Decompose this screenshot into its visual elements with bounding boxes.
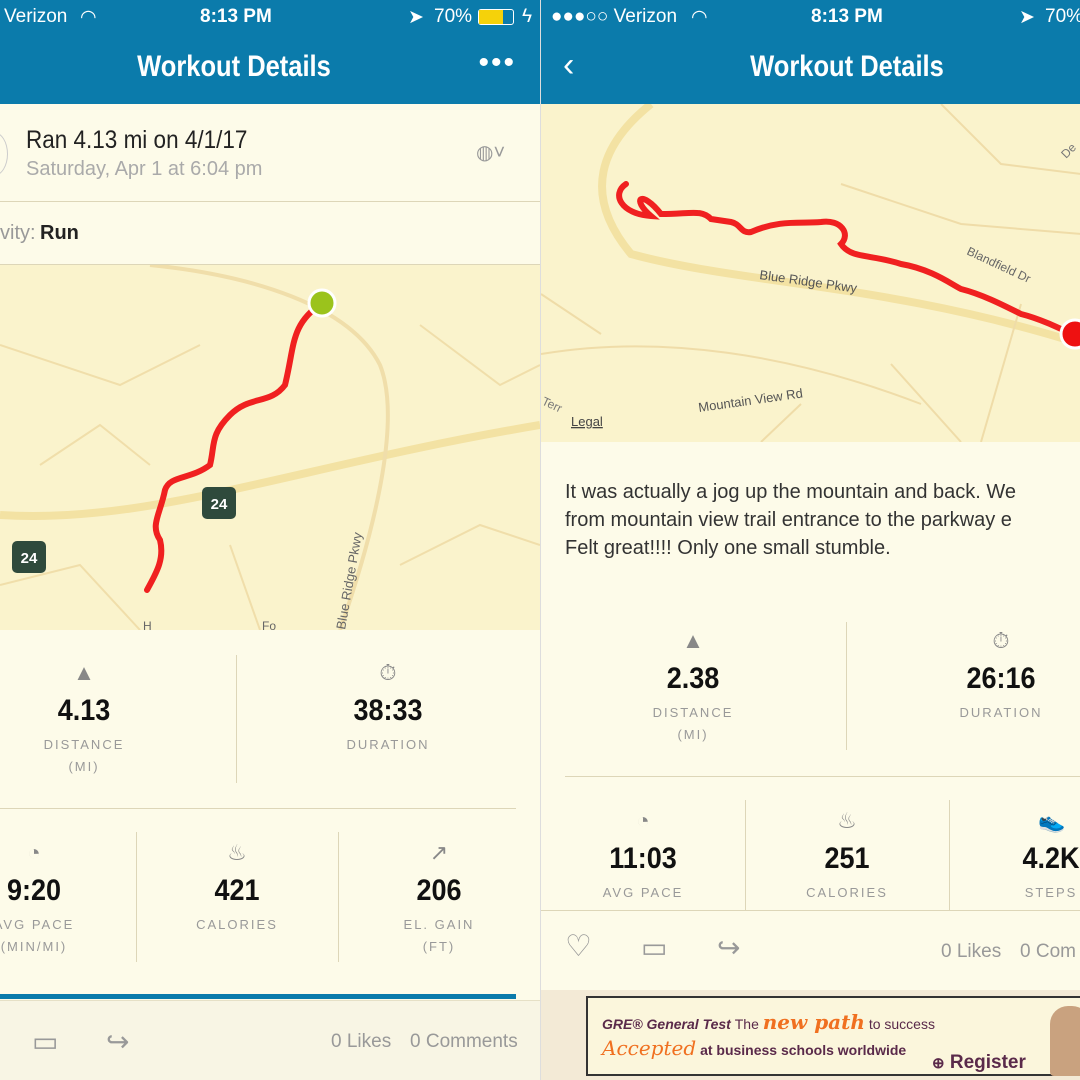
highway-shield-24: 24 [12, 541, 46, 573]
activity-value: Run [40, 222, 79, 244]
status-bar: Verizon ◠ 8:13 PM ➤ 70% ϟ [0, 0, 540, 34]
share-icon[interactable]: ↪ [106, 1025, 129, 1058]
road-label: Blue Ridge Pkwy [333, 531, 365, 630]
battery-percent: 70% [434, 6, 473, 27]
svg-text:24: 24 [211, 496, 228, 513]
charging-icon: ϟ [522, 6, 533, 27]
route-line [616, 181, 1079, 339]
right-screen: ●●●○○ Verizon ◠ 8:13 PM ➤ 70% ‹ Workout … [540, 0, 1080, 1080]
nav-bar: ‹ Workout Details [541, 34, 1080, 104]
flame-icon: ♨ [837, 808, 857, 833]
map-canvas: Blue Ridge Pkwy Blandfield Dr Mountain V… [541, 100, 1080, 443]
comments-count[interactable]: 0 Com [1020, 941, 1076, 963]
highway-shield-24: 24 [202, 487, 236, 519]
workout-title: Ran 4.13 mi on 4/1/17 [26, 126, 248, 154]
activity-label: vity: [0, 222, 36, 244]
stat-elevation-gain: ↗ 206 EL. GAIN (FT) [403, 840, 475, 954]
road-label: H [143, 619, 152, 630]
stat-distance: ▲ 2.38 DISTANCE (MI) [652, 628, 734, 742]
divider [565, 776, 1080, 777]
battery-percent: 70% [1045, 6, 1080, 27]
ad-banner-area: GRE® General Test The new path to succes… [541, 990, 1080, 1080]
map-canvas: 24 24 Blue Ridge Pkwy H Fo [0, 263, 540, 633]
flame-icon: ♨ [227, 840, 247, 865]
road-label: Fo [262, 619, 276, 630]
road-label: Mountain View Rd [697, 385, 803, 415]
road-label: De [1058, 140, 1079, 161]
stat-calories: ♨ 421 CALORIES [196, 840, 278, 932]
ad-text: The [734, 1016, 759, 1032]
wifi-icon: ◠ [80, 7, 97, 28]
nav-bar: Workout Details ••• [0, 34, 540, 104]
road-label: Blue Ridge Pkwy [759, 267, 859, 296]
likes-count[interactable]: 0 Likes [941, 941, 1001, 963]
stat-calories: ♨ 251 CALORIES [806, 808, 888, 900]
stat-duration: ⏱ 26:16 DURATION [959, 628, 1043, 720]
social-actions: ♡ ▭ ↪ 0 Likes 0 Com [541, 911, 1080, 989]
road-icon: ▲ [682, 628, 704, 653]
workout-description: It was actually a jog up the mountain an… [565, 481, 1017, 559]
time: 8:13 PM [200, 6, 272, 27]
ad-text: to success [868, 1016, 935, 1032]
status-bar: ●●●○○ Verizon ◠ 8:13 PM ➤ 70% [541, 0, 1080, 34]
location-icon: ➤ [1019, 7, 1035, 28]
ad-text: at business schools worldwide [700, 1042, 907, 1058]
stat-duration: ⏱ 38:33 DURATION [346, 660, 430, 752]
divider [0, 808, 516, 809]
stat-distance: ▲ 4.13 DISTANCE (MI) [43, 660, 125, 774]
stat-avg-pace: ◔ 9:20 AVG PACE (MIN/MI) [0, 840, 75, 954]
divider [236, 655, 237, 783]
ad-brand: GRE® General Test [602, 1016, 731, 1032]
stat-steps: 👟 4.2K STEPS [1022, 808, 1080, 900]
gauge-icon: ◔ [27, 840, 41, 865]
stat-avg-pace: ◔ 11:03 AVG PACE [602, 808, 684, 900]
ad-person-image [1050, 1006, 1080, 1076]
location-icon: ➤ [408, 7, 424, 28]
ad-banner[interactable]: GRE® General Test The new path to succes… [586, 996, 1080, 1076]
time: 8:13 PM [811, 6, 883, 27]
comments-count[interactable]: 0 Comments [410, 1031, 518, 1053]
page-title: Workout Details [750, 50, 944, 83]
left-screen: Verizon ◠ 8:13 PM ➤ 70% ϟ Workout Detail… [0, 0, 540, 1080]
carrier: ●●●○○ Verizon [551, 6, 678, 27]
gauge-icon: ◔ [636, 808, 650, 833]
like-heart-icon[interactable]: ♡ [565, 929, 592, 964]
divider [846, 622, 847, 750]
battery-icon [478, 9, 514, 25]
start-marker [307, 288, 337, 318]
svg-text:24: 24 [21, 550, 38, 567]
route-map[interactable]: Blue Ridge Pkwy Blandfield Dr Mountain V… [541, 100, 1080, 443]
arrow-up-right-icon: ↗ [429, 840, 449, 865]
stopwatch-icon: ⏱ [992, 628, 1010, 653]
legal-link[interactable]: Legal [571, 414, 603, 429]
route-map[interactable]: 24 24 Blue Ridge Pkwy H Fo [0, 263, 540, 633]
globe-icon[interactable]: ◍˅ [476, 140, 505, 165]
scroll-indicator [0, 994, 516, 999]
workout-date: Saturday, Apr 1 at 6:04 pm [26, 158, 263, 180]
activity-row: vity: Run [0, 202, 540, 265]
ad-register-button[interactable]: ⊕ Register [932, 1052, 1026, 1074]
comment-icon[interactable]: ▭ [641, 931, 667, 964]
more-icon[interactable]: ••• [478, 46, 516, 80]
stopwatch-icon: ⏱ [379, 660, 397, 685]
wifi-icon: ◠ [691, 7, 708, 28]
page-title: Workout Details [137, 50, 331, 83]
comment-icon[interactable]: ▭ [32, 1025, 58, 1058]
ad-text: new path [762, 1010, 865, 1034]
back-icon[interactable]: ‹ [563, 46, 574, 85]
likes-count[interactable]: 0 Likes [331, 1031, 391, 1053]
ad-text: Accepted [602, 1036, 697, 1060]
route-line [144, 300, 325, 593]
end-marker [1059, 318, 1080, 350]
carrier: Verizon [4, 6, 68, 27]
arrow-circle-icon: ⊕ [932, 1055, 945, 1072]
road-icon: ▲ [73, 660, 95, 685]
road-label: Blandfield Dr [965, 244, 1033, 286]
social-footer: ▭ ↪ 0 Likes 0 Comments [0, 1000, 540, 1080]
workout-summary: Ran 4.13 mi on 4/1/17 Saturday, Apr 1 at… [0, 104, 540, 202]
share-icon[interactable]: ↪ [717, 931, 740, 964]
avatar [0, 132, 8, 176]
shoe-icon: 👟 [1038, 808, 1066, 833]
road-label: Terr [541, 394, 564, 415]
